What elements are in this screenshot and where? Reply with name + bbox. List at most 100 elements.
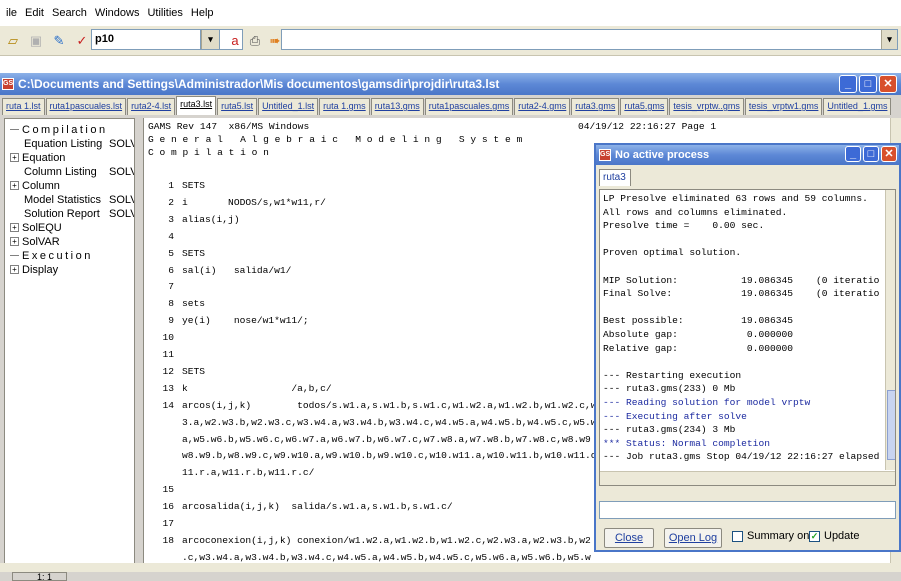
log-line: --- Reading solution for model vrptw	[603, 397, 811, 408]
tree-item[interactable]: + SolVAR	[10, 235, 60, 248]
expand-icon[interactable]: +	[10, 265, 19, 274]
close-button[interactable]: ✕	[879, 75, 897, 93]
log-line: Proven optimal solution.	[603, 247, 742, 259]
code-line: SETS	[182, 365, 206, 377]
file-tab[interactable]: ruta1pascuales.gms	[424, 98, 514, 115]
process-log[interactable]: --- Job ruta3.gms Stop 04/19/12 22:16:27…	[599, 189, 896, 486]
update-checkbox[interactable]: ✓ Update	[809, 530, 859, 542]
process-tab[interactable]: ruta3	[599, 169, 631, 186]
minimize-button[interactable]: _	[839, 75, 857, 93]
print-icon[interactable]: ⎙	[245, 31, 265, 51]
expand-icon[interactable]: +	[10, 153, 19, 162]
maximize-button[interactable]: □	[863, 146, 879, 162]
open-folder-icon[interactable]: ▱	[3, 31, 23, 51]
window-titlebar: GS C:\Documents and Settings\Administrad…	[0, 73, 901, 95]
process-input[interactable]	[599, 501, 896, 519]
line-number: 13	[162, 382, 174, 394]
file-tab[interactable]: ruta3.lst	[176, 96, 217, 115]
file-tab[interactable]: Untitled_1.gms	[823, 98, 892, 115]
tree-item-label: Column	[22, 179, 60, 192]
file-tab[interactable]: tesis_vrptw..gms	[669, 98, 744, 115]
command-input[interactable]: ▾	[281, 29, 898, 50]
file-tab[interactable]: tesis_vrptw1.gms	[744, 98, 823, 115]
close-process-button[interactable]: Close	[604, 528, 654, 548]
code-line: a,w5.w6.b,w5.w6.c,w6.w7.a,w6.w7.b,w6.w7.…	[182, 433, 591, 445]
menu-item[interactable]: Search	[48, 7, 91, 19]
chevron-down-icon[interactable]: ▾	[201, 30, 219, 49]
scroll-thumb[interactable]	[887, 390, 895, 460]
menu-item[interactable]: Windows	[91, 7, 144, 19]
code-line: alias(i,j)	[182, 213, 240, 225]
check-icon[interactable]: ✓	[72, 31, 92, 51]
line-number: 1	[168, 180, 174, 191]
code-line: arcos(i,j,k) todos/s.w1.a,s.w1.b,s.w1.c,…	[182, 399, 603, 411]
tree-item[interactable]: Solution Report SOLV	[24, 207, 134, 220]
menu-item[interactable]: ile	[2, 7, 21, 19]
tree-item[interactable]: Model Statistics SOLV	[24, 193, 134, 206]
log-line: MIP Solution: 19.086345 (0 iteratio	[603, 274, 880, 286]
model-combo[interactable]: p10	[91, 29, 243, 50]
expand-icon[interactable]: +	[10, 181, 19, 190]
tree-item[interactable]: + Display	[10, 263, 58, 276]
line-number: 3	[168, 213, 174, 225]
log-line: --- Job ruta3.gms Stop 04/19/12 22:16:27…	[603, 451, 880, 463]
log-line: Best possible: 19.086345	[603, 315, 793, 327]
summary-only-label: Summary only	[747, 530, 818, 542]
minimize-button[interactable]: _	[845, 146, 861, 162]
process-titlebar: GS No active process _ □ ✕	[596, 145, 899, 165]
tree-item[interactable]: + Equation	[10, 151, 65, 164]
maximize-button[interactable]: □	[859, 75, 877, 93]
tree-item[interactable]: Column Listing SOLV	[24, 165, 134, 178]
menu-item[interactable]: Utilities	[143, 7, 186, 19]
file-tab[interactable]: ruta13.gms	[370, 98, 424, 115]
file-tab[interactable]: ruta 1.gms	[319, 98, 370, 115]
line-number: 7	[168, 281, 174, 293]
code-line: i NODOS/s,w1*w11,r/	[182, 196, 326, 208]
log-hscrollbar[interactable]	[600, 471, 895, 485]
log-line: Final Solve: 19.086345 (0 iteratio	[603, 288, 880, 300]
tree-item-label: Equation Listing	[24, 137, 103, 150]
file-tab[interactable]: ruta5.lst	[217, 98, 258, 115]
log-line: --- ruta3.gms(233) 0 Mb	[603, 383, 736, 395]
process-title: No active process	[615, 149, 710, 161]
log-scrollbar[interactable]	[885, 190, 895, 470]
file-tab[interactable]: Untitled_1.lst	[258, 98, 319, 115]
close-button[interactable]: ✕	[881, 146, 897, 162]
file-tab[interactable]: ruta2-4.lst	[127, 98, 176, 115]
listing-hscrollbar[interactable]	[0, 563, 901, 572]
chevron-down-icon[interactable]: ▾	[881, 30, 897, 49]
line-number: 8	[168, 298, 174, 310]
tree-item-label: Column Listing	[24, 165, 97, 178]
tree-item-label: SolEQU	[22, 221, 62, 234]
tree-item[interactable]: Compilation	[10, 123, 108, 136]
font-icon[interactable]: a	[225, 31, 245, 51]
line-number: 14	[162, 399, 174, 411]
tree-item[interactable]: + SolEQU	[10, 221, 62, 234]
file-tab[interactable]: ruta5.gms	[620, 98, 669, 115]
tree-item[interactable]: Execution	[10, 249, 93, 262]
expand-icon[interactable]: +	[10, 237, 19, 246]
model-dropdown[interactable]: ▾	[200, 29, 220, 50]
log-line: Absolute gap: 0.000000	[603, 329, 793, 340]
log-line: LP Presolve eliminated 63 rows and 59 co…	[603, 193, 868, 204]
log-line: Relative gap: 0.000000	[603, 342, 793, 354]
expand-icon[interactable]: +	[10, 223, 19, 232]
line-number: 16	[162, 501, 174, 513]
open-log-button[interactable]: Open Log	[664, 528, 722, 548]
gams-app-icon: GS	[599, 149, 611, 161]
menu-item[interactable]: Edit	[21, 7, 48, 19]
file-tab[interactable]: ruta1pascuales.lst	[45, 98, 127, 115]
tree-item[interactable]: Equation Listing SOLV	[24, 137, 134, 150]
save-icon[interactable]: ▣	[26, 31, 46, 51]
file-tab[interactable]: ruta 1.lst	[2, 98, 45, 115]
model-combo-value: p10	[95, 33, 114, 45]
file-tab[interactable]: ruta2-4.gms	[514, 98, 571, 115]
summary-only-checkbox[interactable]: Summary only	[732, 530, 817, 542]
tree-item[interactable]: + Column	[10, 179, 60, 192]
edit-icon[interactable]: ✎	[49, 31, 69, 51]
code-line: SETS	[182, 247, 206, 259]
tree-item-label: Display	[22, 263, 59, 276]
file-tab[interactable]: ruta3.gms	[571, 98, 620, 115]
line-number: 10	[162, 332, 174, 344]
menu-item[interactable]: Help	[187, 7, 218, 19]
